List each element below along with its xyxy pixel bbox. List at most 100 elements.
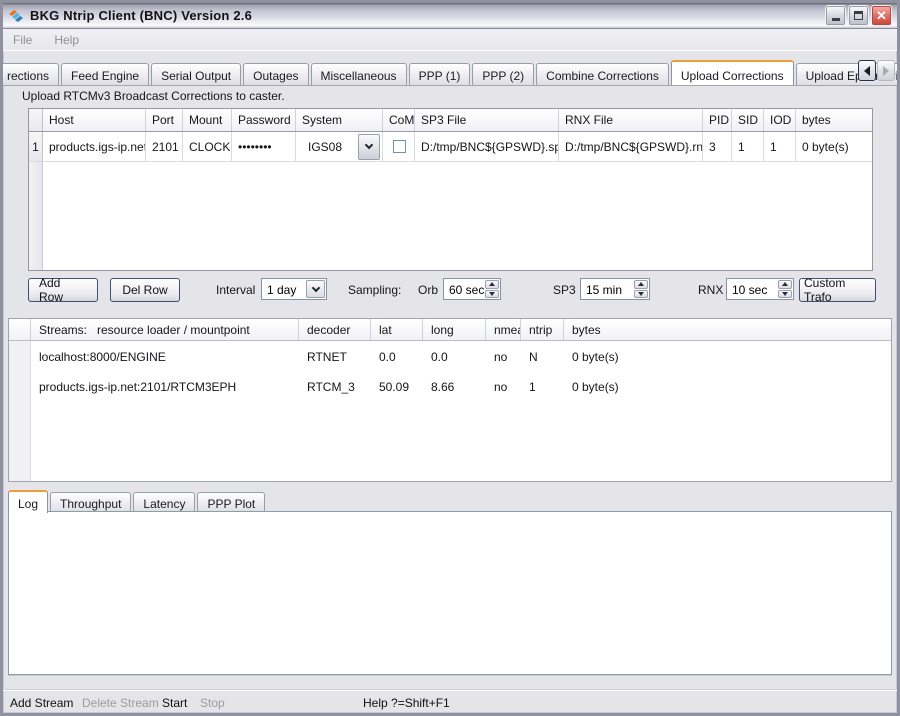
- orb-label: Orb: [418, 278, 438, 297]
- menu-bar: File Help: [3, 29, 897, 51]
- stream-lat: 0.0: [371, 341, 423, 371]
- stream-row[interactable]: 2 products.igs-ip.net:2101/RTCM3EPH RTCM…: [9, 371, 891, 401]
- com-checkbox[interactable]: [393, 140, 406, 153]
- header-password: Password: [232, 109, 296, 131]
- tab-combine-corrections[interactable]: Combine Corrections: [536, 63, 669, 85]
- orb-spinbox[interactable]: 60 sec: [443, 278, 501, 300]
- header-lat: lat: [371, 319, 423, 340]
- sp3-spin-up-button[interactable]: [634, 280, 648, 289]
- log-output-area[interactable]: [8, 511, 892, 675]
- menu-file[interactable]: File: [13, 33, 32, 47]
- header-ntrip: ntrip: [521, 319, 564, 340]
- delete-stream-button[interactable]: Delete Stream: [82, 696, 159, 710]
- row-number: 1: [29, 132, 43, 162]
- stop-button[interactable]: Stop: [200, 696, 225, 710]
- tab-miscellaneous[interactable]: Miscellaneous: [311, 63, 407, 85]
- password-cell[interactable]: ••••••••: [232, 132, 296, 162]
- tab-upload-corrections[interactable]: Upload Corrections: [671, 60, 794, 86]
- tab-serial-output[interactable]: Serial Output: [151, 63, 241, 85]
- custom-trafo-button[interactable]: Custom Trafo: [799, 278, 876, 302]
- sp3-value: 15 min: [581, 279, 633, 299]
- stream-bytes: 0 byte(s): [564, 341, 891, 371]
- tab-feed-engine[interactable]: Feed Engine: [61, 63, 149, 85]
- iod-cell[interactable]: 1: [764, 132, 796, 162]
- stream-ntrip: 1: [521, 371, 564, 401]
- header-com: CoM: [383, 109, 415, 131]
- header-decoder: decoder: [299, 319, 371, 340]
- chevron-down-icon: [365, 141, 373, 149]
- log-tab-bar: Log Throughput Latency PPP Plot: [8, 489, 267, 512]
- stream-long: 0.0: [423, 341, 486, 371]
- pid-cell[interactable]: 3: [703, 132, 732, 162]
- sp3-file-cell[interactable]: D:/tmp/BNC${GPSWD}.sp3: [415, 132, 559, 162]
- rnx-spinbox[interactable]: 10 sec: [726, 278, 794, 300]
- tab-ppp-2[interactable]: PPP (2): [472, 63, 534, 85]
- host-cell[interactable]: products.igs-ip.net: [43, 132, 146, 162]
- header-nmea: nmea: [486, 319, 521, 340]
- port-cell[interactable]: 2101: [146, 132, 183, 162]
- minimize-button[interactable]: [825, 5, 846, 26]
- stream-decoder: RTCM_3: [299, 371, 371, 401]
- header-long: long: [423, 319, 486, 340]
- del-row-button[interactable]: Del Row: [110, 278, 180, 302]
- interval-label: Interval: [216, 278, 255, 297]
- sid-cell[interactable]: 1: [732, 132, 764, 162]
- sampling-label: Sampling:: [348, 278, 401, 297]
- sp3-spinbox[interactable]: 15 min: [580, 278, 650, 300]
- up-arrow-icon: [638, 282, 644, 286]
- close-button[interactable]: ✕: [871, 5, 892, 26]
- tab-scroll-right-button[interactable]: [877, 60, 895, 81]
- interval-dropdown-button[interactable]: [306, 280, 325, 298]
- sp3-spin-down-button[interactable]: [634, 290, 648, 299]
- stream-ntrip: N: [521, 341, 564, 371]
- upload-table-header: Host Port Mount Password System CoM SP3 …: [29, 109, 872, 132]
- tab-ppp-plot[interactable]: PPP Plot: [197, 492, 265, 512]
- tab-throughput[interactable]: Throughput: [50, 492, 131, 512]
- start-button[interactable]: Start: [162, 696, 187, 710]
- main-tab-bar: rections Feed Engine Serial Output Outag…: [3, 56, 897, 86]
- add-row-button[interactable]: Add Row: [28, 278, 98, 302]
- rnx-value: 10 sec: [727, 279, 777, 299]
- right-arrow-icon: [883, 66, 889, 76]
- system-combobox[interactable]: IGS08: [296, 132, 383, 162]
- orb-spin-down-button[interactable]: [485, 290, 499, 299]
- tab-corrections[interactable]: rections: [3, 63, 59, 85]
- stream-row[interactable]: 1 localhost:8000/ENGINE RTNET 0.0 0.0 no…: [9, 341, 891, 371]
- streams-row-header-strip: [9, 341, 31, 481]
- stream-name: localhost:8000/ENGINE: [31, 341, 299, 371]
- rnx-spin-up-button[interactable]: [778, 280, 792, 289]
- rnx-file-cell[interactable]: D:/tmp/BNC${GPSWD}.rnx: [559, 132, 703, 162]
- header-pid: PID: [703, 109, 732, 131]
- add-stream-button[interactable]: Add Stream: [10, 696, 73, 710]
- tab-latency[interactable]: Latency: [133, 492, 195, 512]
- stream-decoder: RTNET: [299, 341, 371, 371]
- title-bar[interactable]: BKG Ntrip Client (BNC) Version 2.6 ✕: [3, 3, 897, 29]
- stream-name: products.igs-ip.net:2101/RTCM3EPH: [31, 371, 299, 401]
- upload-table: Host Port Mount Password System CoM SP3 …: [28, 108, 873, 271]
- header-system: System: [296, 109, 383, 131]
- system-value: IGS08: [302, 140, 358, 154]
- help-shortcut-label: Help ?=Shift+F1: [363, 696, 450, 710]
- tab-outages[interactable]: Outages: [243, 63, 308, 85]
- streams-corner-header: [9, 319, 31, 340]
- header-sid: SID: [732, 109, 764, 131]
- interval-combobox[interactable]: 1 day: [261, 278, 327, 300]
- app-icon: [8, 8, 24, 24]
- sp3-label: SP3: [553, 278, 576, 297]
- left-arrow-icon: [864, 66, 870, 76]
- tab-log[interactable]: Log: [8, 490, 48, 513]
- maximize-button[interactable]: [848, 5, 869, 26]
- streams-header: Streams: resource loader / mountpoint de…: [9, 319, 891, 341]
- mount-cell[interactable]: CLOCK: [183, 132, 232, 162]
- tab-scroll-left-button[interactable]: [858, 60, 876, 81]
- tab-ppp-1[interactable]: PPP (1): [409, 63, 471, 85]
- orb-spin-up-button[interactable]: [485, 280, 499, 289]
- system-dropdown-button[interactable]: [358, 134, 380, 160]
- chevron-down-icon: [311, 283, 319, 291]
- up-arrow-icon: [489, 282, 495, 286]
- stream-nmea: no: [486, 371, 521, 401]
- com-cell: [383, 132, 415, 162]
- menu-help[interactable]: Help: [54, 33, 79, 47]
- status-bar: Add Stream Delete Stream Start Stop Help…: [3, 694, 897, 713]
- rnx-spin-down-button[interactable]: [778, 290, 792, 299]
